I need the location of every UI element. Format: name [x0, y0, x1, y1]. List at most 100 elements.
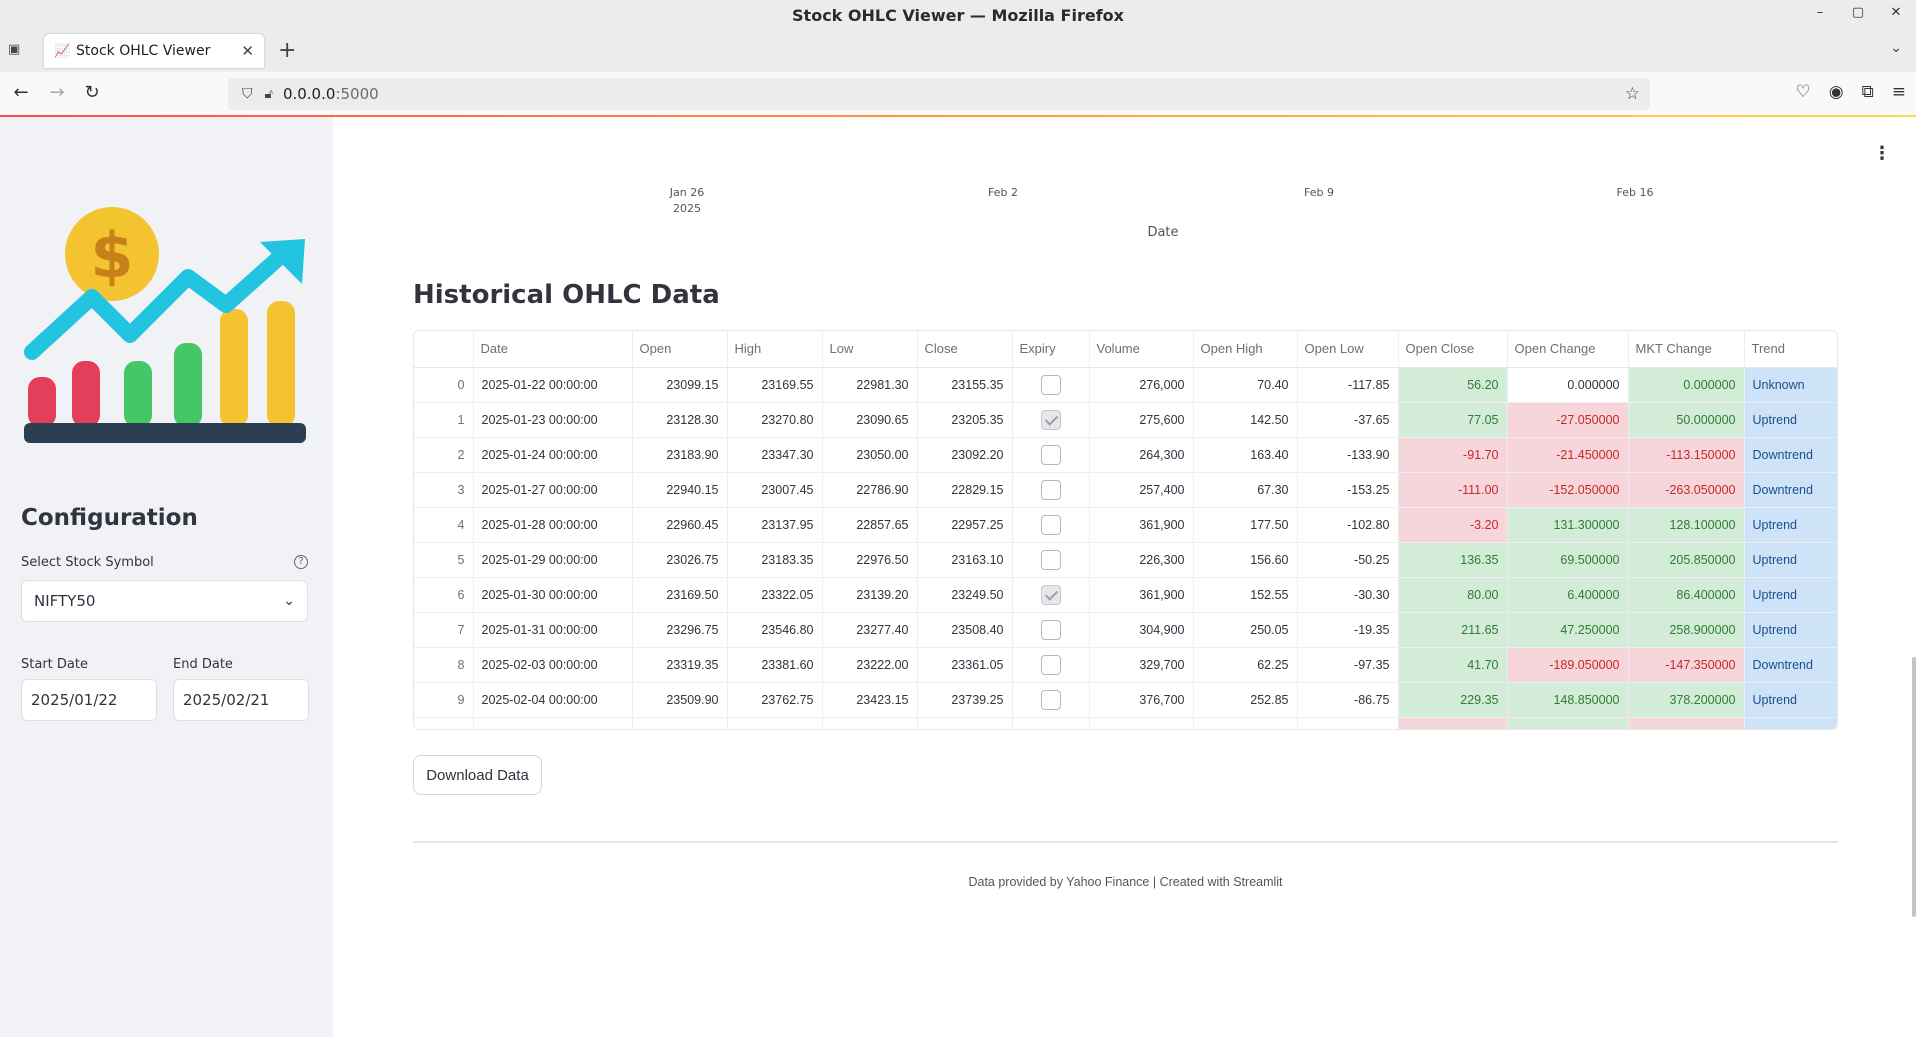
account-icon[interactable]: ◉ — [1829, 82, 1844, 102]
start-date-input[interactable]: 2025/01/22 — [21, 679, 157, 721]
expiry-cell[interactable] — [1012, 577, 1090, 613]
close-cell[interactable]: 22957.25 — [917, 507, 1013, 543]
column-header[interactable]: Trend — [1744, 331, 1837, 368]
table-cell[interactable] — [1744, 717, 1837, 729]
expiry-checkbox[interactable] — [1040, 444, 1061, 465]
date-cell[interactable]: 2025-01-24 00:00:00 — [473, 437, 633, 473]
low-cell[interactable]: 22786.90 — [822, 472, 918, 508]
trend-cell[interactable]: Uptrend — [1744, 612, 1837, 648]
open-cell[interactable]: 22960.45 — [632, 507, 728, 543]
low-cell[interactable]: 22981.30 — [822, 367, 918, 403]
table-cell[interactable] — [1012, 717, 1090, 729]
open-cell[interactable]: 23296.75 — [632, 612, 728, 648]
trend-cell[interactable]: Uptrend — [1744, 577, 1837, 613]
table-row[interactable]: 1 2025-01-23 00:00:00 23128.30 23270.80 2309… — [414, 402, 1837, 438]
open-close-cell[interactable]: -91.70 — [1398, 437, 1508, 473]
column-header[interactable]: Expiry — [1012, 331, 1090, 368]
open-close-cell[interactable]: 136.35 — [1398, 542, 1508, 578]
column-header[interactable]: High — [727, 331, 823, 368]
row-index-cell[interactable]: 7 — [414, 612, 474, 648]
date-cell[interactable]: 2025-01-27 00:00:00 — [473, 472, 633, 508]
high-cell[interactable]: 23381.60 — [727, 647, 823, 683]
open-high-cell[interactable]: 152.55 — [1193, 577, 1298, 613]
expiry-cell[interactable] — [1012, 367, 1090, 403]
column-header[interactable]: Open Change — [1507, 331, 1629, 368]
open-high-cell[interactable]: 156.60 — [1193, 542, 1298, 578]
column-header[interactable]: Open Close — [1398, 331, 1508, 368]
row-index-cell[interactable]: 8 — [414, 647, 474, 683]
open-change-cell[interactable]: 47.250000 — [1507, 612, 1629, 648]
open-low-cell[interactable]: -97.35 — [1297, 647, 1399, 683]
symbol-select[interactable]: NIFTY50 ⌄ — [21, 580, 308, 622]
open-close-cell[interactable]: 211.65 — [1398, 612, 1508, 648]
pocket-icon[interactable]: ♡ — [1796, 82, 1811, 102]
low-cell[interactable]: 23090.65 — [822, 402, 918, 438]
row-index-cell[interactable]: 0 — [414, 367, 474, 403]
shield-icon[interactable]: ⛉ — [242, 86, 253, 102]
volume-cell[interactable]: 275,600 — [1089, 402, 1194, 438]
open-low-cell[interactable]: -50.25 — [1297, 542, 1399, 578]
close-cell[interactable]: 23508.40 — [917, 612, 1013, 648]
open-low-cell[interactable]: -37.65 — [1297, 402, 1399, 438]
table-cell[interactable] — [473, 717, 633, 729]
open-change-cell[interactable]: 0.000000 — [1507, 367, 1629, 403]
new-tab-icon[interactable]: + — [278, 38, 296, 63]
trend-cell[interactable]: Uptrend — [1744, 507, 1837, 543]
date-cell[interactable]: 2025-01-22 00:00:00 — [473, 367, 633, 403]
expiry-cell[interactable] — [1012, 542, 1090, 578]
low-cell[interactable]: 22976.50 — [822, 542, 918, 578]
open-high-cell[interactable]: 142.50 — [1193, 402, 1298, 438]
open-change-cell[interactable]: 69.500000 — [1507, 542, 1629, 578]
table-row[interactable]: 9 2025-02-04 00:00:00 23509.90 23762.75 2342… — [414, 682, 1837, 718]
open-close-cell[interactable]: 41.70 — [1398, 647, 1508, 683]
row-index-cell[interactable]: 5 — [414, 542, 474, 578]
extensions-icon[interactable]: ⧉ — [1862, 82, 1874, 102]
low-cell[interactable]: 23423.15 — [822, 682, 918, 718]
open-high-cell[interactable]: 70.40 — [1193, 367, 1298, 403]
high-cell[interactable]: 23137.95 — [727, 507, 823, 543]
expiry-checkbox[interactable] — [1040, 549, 1061, 570]
date-cell[interactable]: 2025-01-31 00:00:00 — [473, 612, 633, 648]
open-cell[interactable]: 23509.90 — [632, 682, 728, 718]
volume-cell[interactable]: 361,900 — [1089, 507, 1194, 543]
volume-cell[interactable]: 376,700 — [1089, 682, 1194, 718]
column-header[interactable]: Close — [917, 331, 1013, 368]
open-change-cell[interactable]: -189.050000 — [1507, 647, 1629, 683]
high-cell[interactable]: 23347.30 — [727, 437, 823, 473]
low-cell[interactable]: 23277.40 — [822, 612, 918, 648]
expiry-cell[interactable] — [1012, 402, 1090, 438]
open-change-cell[interactable]: 6.400000 — [1507, 577, 1629, 613]
volume-cell[interactable]: 276,000 — [1089, 367, 1194, 403]
close-cell[interactable]: 23739.25 — [917, 682, 1013, 718]
table-row[interactable]: 7 2025-01-31 00:00:00 23296.75 23546.80 2327… — [414, 612, 1837, 648]
low-cell[interactable]: 23222.00 — [822, 647, 918, 683]
mkt-change-cell[interactable]: -263.050000 — [1628, 472, 1745, 508]
date-cell[interactable]: 2025-01-28 00:00:00 — [473, 507, 633, 543]
column-header[interactable]: Date — [473, 331, 633, 368]
page-scrollbar[interactable] — [1912, 657, 1916, 917]
download-data-button[interactable]: Download Data — [413, 755, 542, 795]
date-cell[interactable]: 2025-01-30 00:00:00 — [473, 577, 633, 613]
row-index-cell[interactable]: 3 — [414, 472, 474, 508]
mkt-change-cell[interactable]: 378.200000 — [1628, 682, 1745, 718]
expiry-cell[interactable] — [1012, 437, 1090, 473]
table-row[interactable]: 6 2025-01-30 00:00:00 23169.50 23322.05 2313… — [414, 577, 1837, 613]
open-low-cell[interactable]: -133.90 — [1297, 437, 1399, 473]
open-high-cell[interactable]: 163.40 — [1193, 437, 1298, 473]
volume-cell[interactable]: 226,300 — [1089, 542, 1194, 578]
minimize-icon[interactable]: – — [1812, 5, 1828, 20]
trend-cell[interactable]: Uptrend — [1744, 682, 1837, 718]
table-cell[interactable] — [1628, 717, 1745, 729]
mkt-change-cell[interactable]: 86.400000 — [1628, 577, 1745, 613]
trend-cell[interactable]: Downtrend — [1744, 437, 1837, 473]
expiry-checkbox[interactable] — [1040, 479, 1061, 500]
table-cell[interactable] — [917, 717, 1013, 729]
low-cell[interactable]: 22857.65 — [822, 507, 918, 543]
open-high-cell[interactable]: 252.85 — [1193, 682, 1298, 718]
volume-cell[interactable]: 257,400 — [1089, 472, 1194, 508]
row-index-cell[interactable]: 6 — [414, 577, 474, 613]
row-index-cell[interactable]: 9 — [414, 682, 474, 718]
expiry-cell[interactable] — [1012, 647, 1090, 683]
table-cell[interactable] — [1507, 717, 1629, 729]
expiry-checkbox[interactable] — [1040, 619, 1061, 640]
